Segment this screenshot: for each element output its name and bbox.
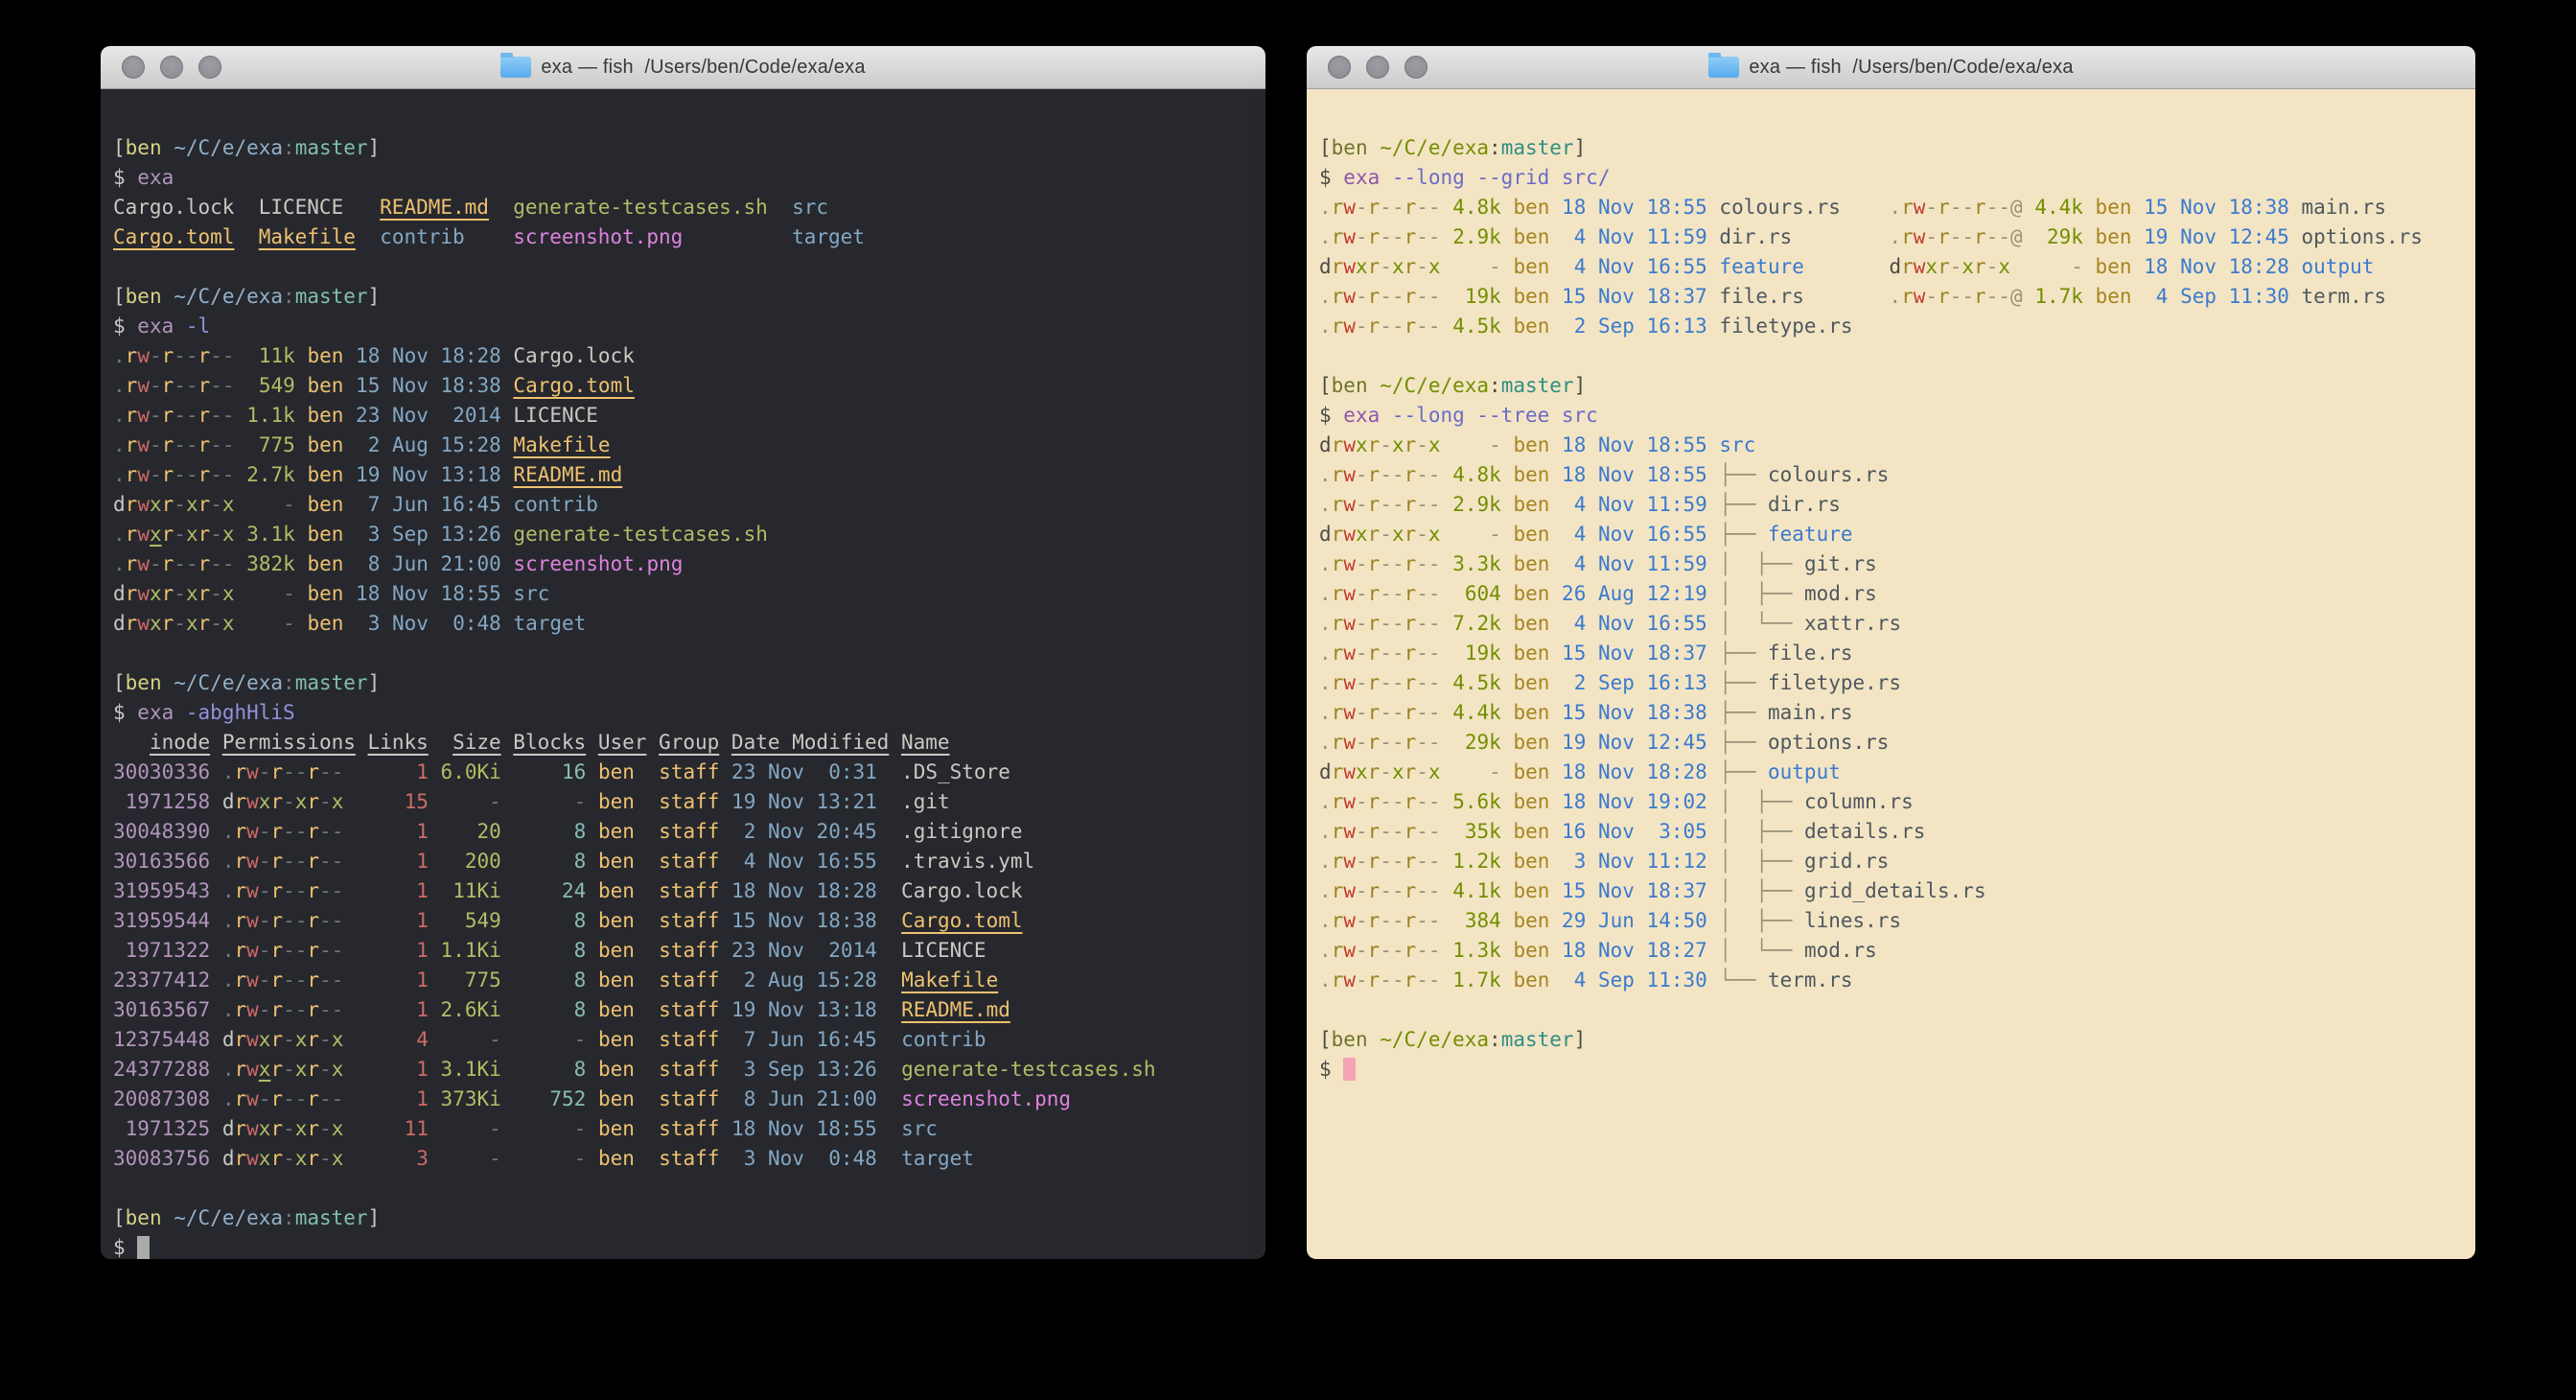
traffic-lights [1328,46,1427,88]
terminal-line: .rw-r--r-- 1.1k ben 23 Nov 2014 LICENCE [113,401,1253,431]
terminal-line: [ben ~/C/e/exa:master] [1319,133,2463,163]
terminal-screen[interactable]: [ben ~/C/e/exa:master]$ exaCargo.lock LI… [101,89,1265,1259]
terminal-line [113,1174,1253,1203]
terminal-line: Cargo.lock LICENCE README.md generate-te… [113,193,1253,222]
terminal-line [113,639,1253,668]
terminal-line: .rw-r--r-- 4.5k ben 2 Sep 16:13 filetype… [1319,312,2463,341]
terminal-line: .rw-r--r-- 35k ben 16 Nov 3:05 │ ├── det… [1319,817,2463,847]
terminal-line [1319,341,2463,371]
terminal-window-dark: exa — fish /Users/ben/Code/exa/exa [ben … [101,46,1265,1259]
terminal-line: 23377412 .rw-r--r-- 1 775 8 ben staff 2 … [113,966,1253,995]
terminal-line: drwxr-xr-x - ben 18 Nov 18:28 ├── output [1319,758,2463,787]
terminal-line: 1971325 drwxr-xr-x 11 - - ben staff 18 N… [113,1114,1253,1144]
traffic-lights [122,46,221,88]
terminal-line: $ exa [113,163,1253,193]
terminal-line [113,252,1253,282]
terminal-line: .rw-r--r-- 4.1k ben 15 Nov 18:37 │ ├── g… [1319,876,2463,906]
terminal-line: 20087308 .rw-r--r-- 1 373Ki 752 ben staf… [113,1085,1253,1114]
terminal-line: .rw-r--r-- 1.2k ben 3 Nov 11:12 │ ├── gr… [1319,847,2463,876]
terminal-line: 30030336 .rw-r--r-- 1 6.0Ki 16 ben staff… [113,758,1253,787]
terminal-line: [ben ~/C/e/exa:master] [1319,1025,2463,1055]
terminal-line: .rw-r--r-- 384 ben 29 Jun 14:50 │ ├── li… [1319,906,2463,936]
close-button[interactable] [1328,56,1351,79]
terminal-line: Cargo.toml Makefile contrib screenshot.p… [113,222,1253,252]
terminal-line: 1971258 drwxr-xr-x 15 - - ben staff 19 N… [113,787,1253,817]
terminal-line: 31959543 .rw-r--r-- 1 11Ki 24 ben staff … [113,876,1253,906]
terminal-line: 24377288 .rwxr-xr-x 1 3.1Ki 8 ben staff … [113,1055,1253,1085]
terminal-line: .rw-r--r-- 19k ben 15 Nov 18:37 ├── file… [1319,639,2463,668]
terminal-line: $ [113,1233,1253,1259]
terminal-line: .rw-r--r-- 19k ben 15 Nov 18:37 file.rs … [1319,282,2463,312]
terminal-line: [ben ~/C/e/exa:master] [113,282,1253,312]
desktop: { "windows": [ { "title": "exa — fish /U… [0,0,2576,1400]
zoom-button[interactable] [198,56,221,79]
terminal-line: .rw-r--r-- 2.9k ben 4 Nov 11:59 dir.rs .… [1319,222,2463,252]
terminal-line: .rw-r--r-- 2.7k ben 19 Nov 13:18 README.… [113,460,1253,490]
terminal-line: .rw-r--r-- 3.3k ben 4 Nov 11:59 │ ├── gi… [1319,549,2463,579]
terminal-line: [ben ~/C/e/exa:master] [113,1203,1253,1233]
window-titlebar[interactable]: exa — fish /Users/ben/Code/exa/exa [101,46,1265,89]
terminal-line: .rw-r--r-- 604 ben 26 Aug 12:19 │ ├── mo… [1319,579,2463,609]
terminal-line: drwxr-xr-x - ben 4 Nov 16:55 ├── feature [1319,520,2463,549]
terminal-line: 30048390 .rw-r--r-- 1 20 8 ben staff 2 N… [113,817,1253,847]
close-button[interactable] [122,56,145,79]
zoom-button[interactable] [1404,56,1427,79]
terminal-line: .rw-r--r-- 29k ben 19 Nov 12:45 ├── opti… [1319,728,2463,758]
title-group: exa — fish /Users/ben/Code/exa/exa [1708,57,2073,79]
folder-icon [500,57,531,78]
terminal-line: .rw-r--r-- 11k ben 18 Nov 18:28 Cargo.lo… [113,341,1253,371]
terminal-line [1319,995,2463,1025]
folder-icon [1708,57,1739,78]
terminal-line: 30163567 .rw-r--r-- 1 2.6Ki 8 ben staff … [113,995,1253,1025]
window-title: exa — fish /Users/ben/Code/exa/exa [541,57,865,79]
terminal-line: .rw-r--r-- 549 ben 15 Nov 18:38 Cargo.to… [113,371,1253,401]
terminal-line: 12375448 drwxr-xr-x 4 - - ben staff 7 Ju… [113,1025,1253,1055]
terminal-line: [ben ~/C/e/exa:master] [1319,371,2463,401]
terminal-line: 30163566 .rw-r--r-- 1 200 8 ben staff 4 … [113,847,1253,876]
terminal-line: .rw-r--r-- 382k ben 8 Jun 21:00 screensh… [113,549,1253,579]
terminal-line: .rw-r--r-- 2.9k ben 4 Nov 11:59 ├── dir.… [1319,490,2463,520]
terminal-line: 31959544 .rw-r--r-- 1 549 8 ben staff 15… [113,906,1253,936]
minimize-button[interactable] [160,56,183,79]
terminal-line: .rw-r--r-- 1.3k ben 18 Nov 18:27 │ └── m… [1319,936,2463,966]
terminal-line: .rw-r--r-- 7.2k ben 4 Nov 16:55 │ └── xa… [1319,609,2463,639]
terminal-line: 1971322 .rw-r--r-- 1 1.1Ki 8 ben staff 2… [113,936,1253,966]
terminal-line: .rw-r--r-- 775 ben 2 Aug 15:28 Makefile [113,431,1253,460]
window-titlebar[interactable]: exa — fish /Users/ben/Code/exa/exa [1307,46,2475,89]
terminal-line: 30083756 drwxr-xr-x 3 - - ben staff 3 No… [113,1144,1253,1174]
terminal-line: .rw-r--r-- 4.8k ben 18 Nov 18:55 colours… [1319,193,2463,222]
terminal-line: .rw-r--r-- 4.5k ben 2 Sep 16:13 ├── file… [1319,668,2463,698]
terminal-line: .rw-r--r-- 4.4k ben 15 Nov 18:38 ├── mai… [1319,698,2463,728]
terminal-line: [ben ~/C/e/exa:master] [113,668,1253,698]
terminal-line: $ exa -l [113,312,1253,341]
terminal-line: .rw-r--r-- 5.6k ben 18 Nov 19:02 │ ├── c… [1319,787,2463,817]
terminal-line: drwxr-xr-x - ben 18 Nov 18:55 src [113,579,1253,609]
terminal-line: $ exa --long --grid src/ [1319,163,2463,193]
terminal-line: drwxr-xr-x - ben 4 Nov 16:55 feature drw… [1319,252,2463,282]
terminal-window-light: exa — fish /Users/ben/Code/exa/exa [ben … [1307,46,2475,1259]
terminal-line: $ exa -abghHliS [113,698,1253,728]
terminal-line: drwxr-xr-x - ben 7 Jun 16:45 contrib [113,490,1253,520]
title-group: exa — fish /Users/ben/Code/exa/exa [500,57,865,79]
terminal-line: drwxr-xr-x - ben 18 Nov 18:55 src [1319,431,2463,460]
terminal-line: drwxr-xr-x - ben 3 Nov 0:48 target [113,609,1253,639]
window-title: exa — fish /Users/ben/Code/exa/exa [1749,57,2073,79]
minimize-button[interactable] [1366,56,1389,79]
terminal-line: $ [1319,1055,2463,1085]
terminal-line: .rwxr-xr-x 3.1k ben 3 Sep 13:26 generate… [113,520,1253,549]
terminal-line: .rw-r--r-- 1.7k ben 4 Sep 11:30 └── term… [1319,966,2463,995]
terminal-line: .rw-r--r-- 4.8k ben 18 Nov 18:55 ├── col… [1319,460,2463,490]
terminal-line: inode Permissions Links Size Blocks User… [113,728,1253,758]
terminal-line: $ exa --long --tree src [1319,401,2463,431]
terminal-line: [ben ~/C/e/exa:master] [113,133,1253,163]
terminal-screen[interactable]: [ben ~/C/e/exa:master]$ exa --long --gri… [1307,89,2475,1259]
